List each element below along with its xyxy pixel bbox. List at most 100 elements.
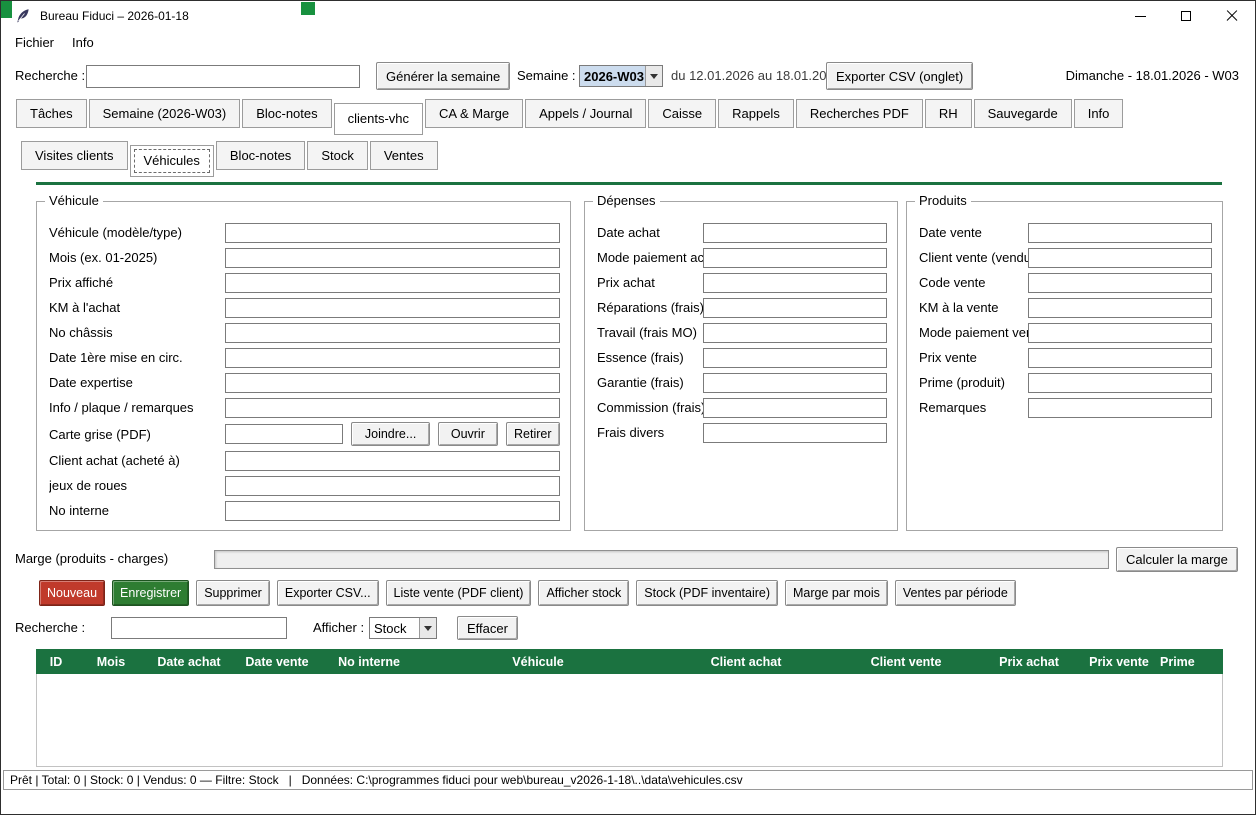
commission-cost-input[interactable] <box>703 398 887 418</box>
form-row: Client achat (acheté à) <box>49 448 560 473</box>
display-filter-select[interactable]: Stock <box>369 617 437 639</box>
export-csv-button[interactable]: Exporter CSV... <box>277 580 379 606</box>
column-header-no-interne[interactable]: No interne <box>322 655 416 669</box>
maximize-button[interactable] <box>1163 1 1209 31</box>
subtab-vehicules[interactable]: Véhicules <box>130 145 214 177</box>
chassis-number-input[interactable] <box>225 323 560 343</box>
margin-by-month-button[interactable]: Marge par mois <box>785 580 888 606</box>
tab-semaine[interactable]: Semaine (2026-W03) <box>89 99 241 128</box>
chevron-down-icon[interactable] <box>419 618 436 638</box>
minimize-icon <box>1135 16 1146 17</box>
remove-pdf-button[interactable]: Retirer <box>506 422 560 446</box>
column-header-vehicule[interactable]: Véhicule <box>416 655 660 669</box>
carte-grise-file-input[interactable] <box>225 424 343 444</box>
form-row: jeux de roues <box>49 473 560 498</box>
tab-caisse[interactable]: Caisse <box>648 99 716 128</box>
fuel-cost-input[interactable] <box>703 348 887 368</box>
new-button[interactable]: Nouveau <box>39 580 105 606</box>
column-header-date-vente[interactable]: Date vente <box>232 655 322 669</box>
purchase-price-input[interactable] <box>703 273 887 293</box>
generate-week-button[interactable]: Générer la semaine <box>376 62 510 90</box>
subtab-stock[interactable]: Stock <box>307 141 368 170</box>
close-icon <box>1226 10 1238 22</box>
column-header-client-vente[interactable]: Client vente <box>832 655 980 669</box>
first-circulation-date-input[interactable] <box>225 348 560 368</box>
column-header-mois[interactable]: Mois <box>76 655 146 669</box>
purchase-km-input[interactable] <box>225 298 560 318</box>
column-header-prime[interactable]: Prime <box>1160 655 1223 669</box>
clear-filter-button[interactable]: Effacer <box>457 616 518 640</box>
month-input[interactable] <box>225 248 560 268</box>
chevron-down-icon[interactable] <box>645 66 662 86</box>
global-search-input[interactable] <box>86 65 360 88</box>
form-row: Prix vente <box>919 345 1212 370</box>
product-premium-input[interactable] <box>1028 373 1212 393</box>
labor-cost-input[interactable] <box>703 323 887 343</box>
close-button[interactable] <box>1209 1 1255 31</box>
field-label: Véhicule (modèle/type) <box>49 225 225 240</box>
field-label: Date 1ère mise en circ. <box>49 350 225 365</box>
repairs-cost-input[interactable] <box>703 298 887 318</box>
sale-code-input[interactable] <box>1028 273 1212 293</box>
week-select-value: 2026-W03 <box>580 66 645 86</box>
delete-button[interactable]: Supprimer <box>196 580 270 606</box>
tab-clients-vhc[interactable]: clients-vhc <box>334 103 423 135</box>
minimize-button[interactable] <box>1117 1 1163 31</box>
remarks-input[interactable] <box>1028 398 1212 418</box>
form-row: Date achat <box>597 220 887 245</box>
misc-costs-input[interactable] <box>703 423 887 443</box>
tab-rappels[interactable]: Rappels <box>718 99 794 128</box>
sales-by-period-button[interactable]: Ventes par période <box>895 580 1016 606</box>
vehicle-table-body[interactable] <box>36 674 1223 767</box>
menu-info[interactable]: Info <box>63 31 103 54</box>
field-label: Mois (ex. 01-2025) <box>49 250 225 265</box>
listed-price-input[interactable] <box>225 273 560 293</box>
column-header-id[interactable]: ID <box>36 655 76 669</box>
stock-pdf-button[interactable]: Stock (PDF inventaire) <box>636 580 778 606</box>
sale-client-input[interactable] <box>1028 248 1212 268</box>
export-csv-tab-button[interactable]: Exporter CSV (onglet) <box>826 62 973 90</box>
tab-sauvegarde[interactable]: Sauvegarde <box>974 99 1072 128</box>
tab-ca-marge[interactable]: CA & Marge <box>425 99 523 128</box>
toolbar: Recherche : Générer la semaine Semaine :… <box>1 57 1255 95</box>
column-header-date-achat[interactable]: Date achat <box>146 655 232 669</box>
menu-fichier[interactable]: Fichier <box>6 31 63 54</box>
vehicle-model-input[interactable] <box>225 223 560 243</box>
tab-taches[interactable]: Tâches <box>16 99 87 128</box>
purchase-client-input[interactable] <box>225 451 560 471</box>
sale-price-input[interactable] <box>1028 348 1212 368</box>
tab-info[interactable]: Info <box>1074 99 1124 128</box>
purchase-date-input[interactable] <box>703 223 887 243</box>
save-button[interactable]: Enregistrer <box>112 580 189 606</box>
column-header-prix-achat[interactable]: Prix achat <box>980 655 1078 669</box>
warranty-cost-input[interactable] <box>703 373 887 393</box>
sale-payment-mode-input[interactable] <box>1028 323 1212 343</box>
field-label: Date vente <box>919 225 1028 240</box>
week-select[interactable]: 2026-W03 <box>579 65 663 87</box>
sale-date-input[interactable] <box>1028 223 1212 243</box>
internal-number-input[interactable] <box>225 501 560 521</box>
expertise-date-input[interactable] <box>225 373 560 393</box>
tab-recherches-pdf[interactable]: Recherches PDF <box>796 99 923 128</box>
week-range-text: du 12.01.2026 au 18.01.2026 <box>671 57 841 95</box>
subtab-ventes[interactable]: Ventes <box>370 141 438 170</box>
margin-row: Marge (produits - charges) Calculer la m… <box>1 545 1255 573</box>
sale-km-input[interactable] <box>1028 298 1212 318</box>
tab-rh[interactable]: RH <box>925 99 972 128</box>
subtab-bloc-notes[interactable]: Bloc-notes <box>216 141 305 170</box>
subtab-visites-clients[interactable]: Visites clients <box>21 141 128 170</box>
tab-bloc-notes[interactable]: Bloc-notes <box>242 99 331 128</box>
purchase-payment-mode-input[interactable] <box>703 248 887 268</box>
tab-appels-journal[interactable]: Appels / Journal <box>525 99 646 128</box>
show-stock-button[interactable]: Afficher stock <box>538 580 629 606</box>
calculate-margin-button[interactable]: Calculer la marge <box>1116 547 1238 572</box>
wheel-sets-input[interactable] <box>225 476 560 496</box>
column-header-prix-vente[interactable]: Prix vente <box>1078 655 1160 669</box>
attach-pdf-button[interactable]: Joindre... <box>351 422 430 446</box>
open-pdf-button[interactable]: Ouvrir <box>438 422 497 446</box>
info-plate-remarks-input[interactable] <box>225 398 560 418</box>
vehicle-groupbox: Véhicule Véhicule (modèle/type) Mois (ex… <box>36 201 571 531</box>
sale-list-pdf-button[interactable]: Liste vente (PDF client) <box>386 580 532 606</box>
column-header-client-achat[interactable]: Client achat <box>660 655 832 669</box>
list-search-input[interactable] <box>111 617 287 639</box>
